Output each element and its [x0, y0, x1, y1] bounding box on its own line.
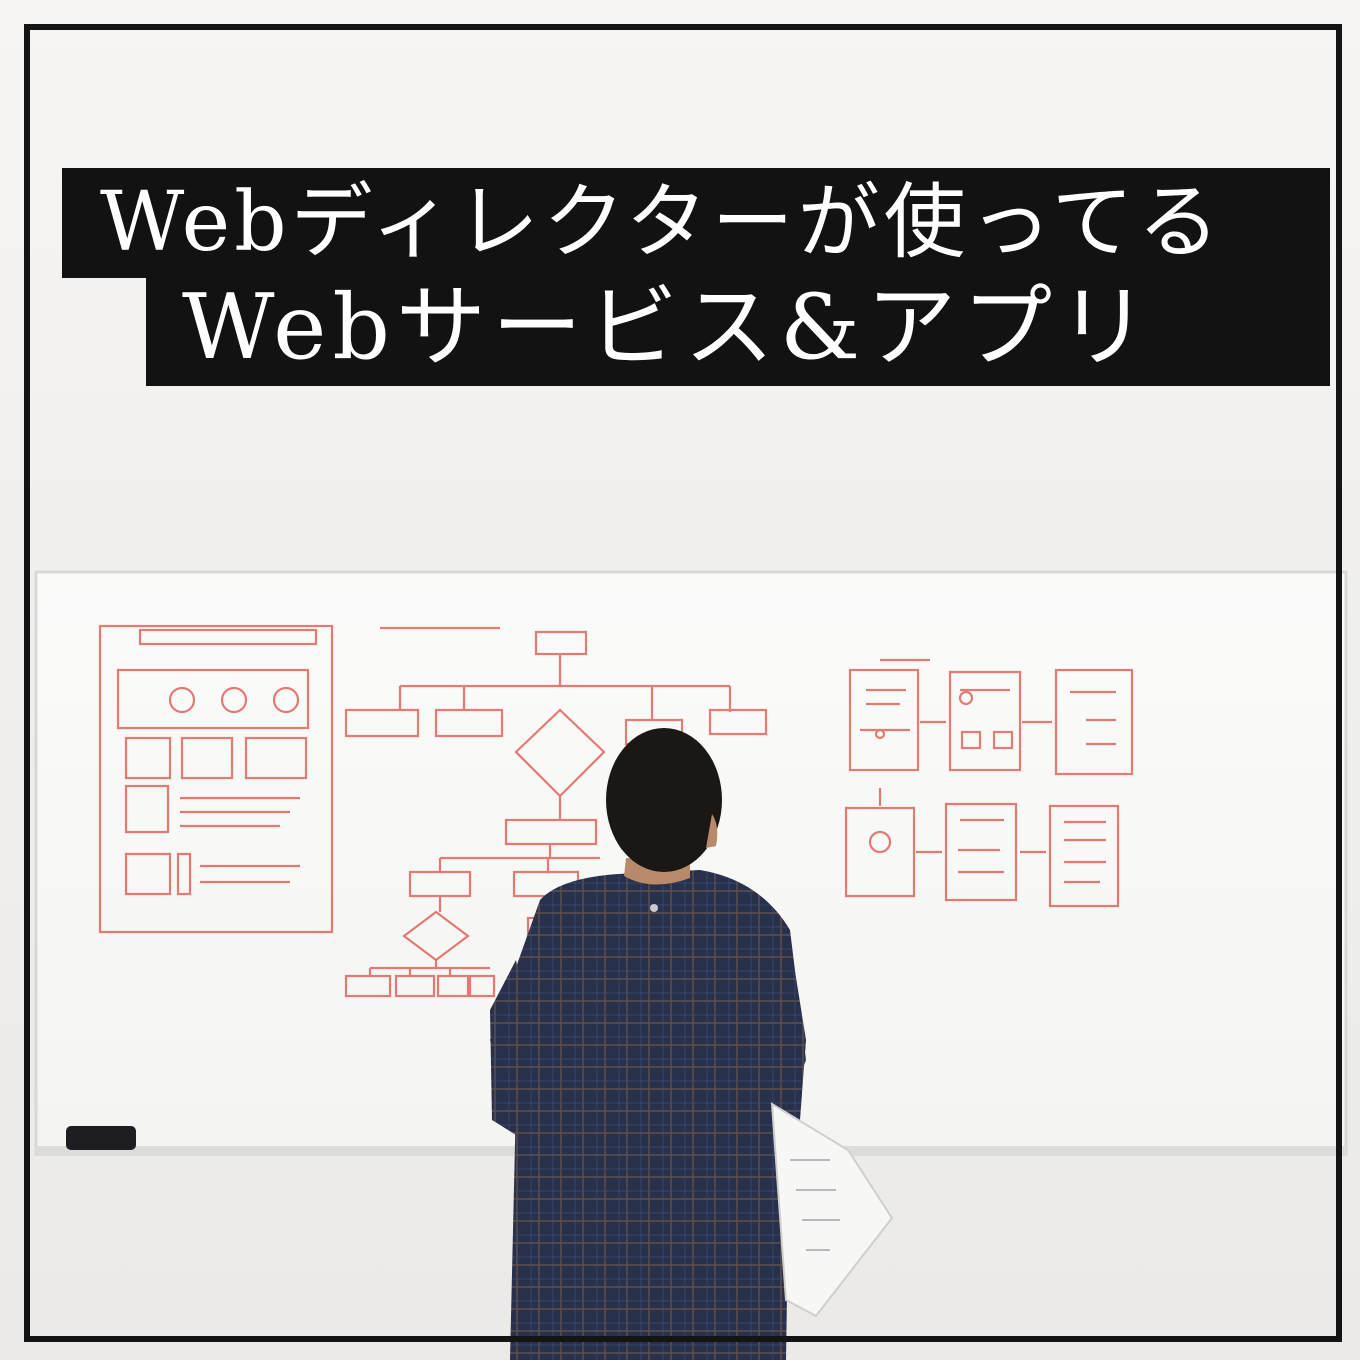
thumbnail: Webディレクターが使ってる Webサービス&アプリ: [0, 0, 1360, 1360]
eraser: [66, 1126, 136, 1150]
title-line-1: Webディレクターが使ってる: [62, 168, 1330, 278]
title-line-2: Webサービス&アプリ: [146, 270, 1330, 386]
